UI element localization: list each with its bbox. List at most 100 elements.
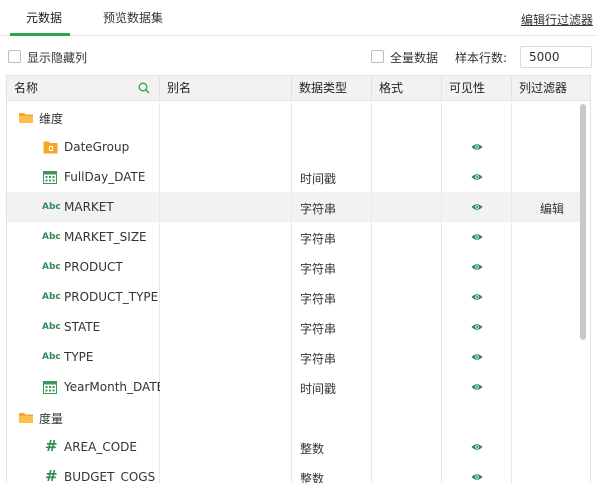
data-type-cell[interactable]: 整数 bbox=[292, 462, 372, 483]
column-header-name[interactable]: 名称 bbox=[7, 76, 160, 101]
alias-cell[interactable] bbox=[160, 342, 292, 372]
column-filter-cell[interactable] bbox=[512, 312, 580, 342]
search-icon[interactable] bbox=[138, 82, 150, 94]
data-type-cell[interactable]: 字符串 bbox=[292, 192, 372, 222]
format-cell[interactable] bbox=[372, 312, 442, 342]
data-type-cell[interactable] bbox=[292, 132, 372, 162]
alias-cell[interactable] bbox=[160, 312, 292, 342]
table-row[interactable]: Abc TYPE 字符串 bbox=[7, 342, 580, 372]
column-filter-cell[interactable] bbox=[512, 102, 580, 132]
column-filter-cell[interactable] bbox=[512, 402, 580, 432]
alias-cell[interactable] bbox=[160, 222, 292, 252]
column-filter-cell[interactable] bbox=[512, 432, 580, 462]
column-filter-cell[interactable]: 编辑 bbox=[512, 192, 580, 222]
visible-eye-icon[interactable] bbox=[471, 293, 483, 301]
alias-cell[interactable] bbox=[160, 252, 292, 282]
alias-cell[interactable] bbox=[160, 192, 292, 222]
data-type-cell[interactable] bbox=[292, 102, 372, 132]
column-header-alias[interactable]: 别名 bbox=[160, 76, 292, 101]
data-type-cell[interactable] bbox=[292, 402, 372, 432]
column-filter-cell[interactable] bbox=[512, 132, 580, 162]
alias-cell[interactable] bbox=[160, 102, 292, 132]
data-type-cell[interactable]: 字符串 bbox=[292, 342, 372, 372]
visible-eye-icon[interactable] bbox=[471, 203, 483, 211]
show-hidden-checkbox[interactable] bbox=[8, 50, 21, 63]
data-type-cell[interactable]: 字符串 bbox=[292, 312, 372, 342]
column-header-visibility[interactable]: 可见性 bbox=[442, 76, 512, 101]
format-cell[interactable] bbox=[372, 402, 442, 432]
alias-cell[interactable] bbox=[160, 372, 292, 402]
table-row[interactable]: Abc PRODUCT_TYPE 字符串 bbox=[7, 282, 580, 312]
data-type-cell[interactable]: 时间戳 bbox=[292, 372, 372, 402]
active-tab-indicator bbox=[10, 33, 70, 36]
format-cell[interactable] bbox=[372, 162, 442, 192]
table-row[interactable]: FullDay_DATE 时间戳 bbox=[7, 162, 580, 192]
calendar-icon bbox=[43, 171, 57, 184]
visible-eye-icon[interactable] bbox=[471, 383, 483, 391]
name-cell: # BUDGET_COGS bbox=[7, 462, 160, 483]
format-cell[interactable] bbox=[372, 342, 442, 372]
alias-cell[interactable] bbox=[160, 402, 292, 432]
edit-row-filter-link[interactable]: 编辑行过滤器 bbox=[521, 11, 593, 28]
visible-eye-icon[interactable] bbox=[471, 143, 483, 151]
format-cell[interactable] bbox=[372, 372, 442, 402]
tab-preview-dataset[interactable]: 预览数据集 bbox=[103, 9, 163, 26]
column-filter-cell[interactable] bbox=[512, 342, 580, 372]
table-row[interactable]: Abc MARKET 字符串 编辑 bbox=[7, 192, 580, 222]
alias-cell[interactable] bbox=[160, 432, 292, 462]
visible-eye-icon[interactable] bbox=[471, 443, 483, 451]
table-row[interactable]: Abc STATE 字符串 bbox=[7, 312, 580, 342]
format-cell[interactable] bbox=[372, 252, 442, 282]
sample-rows-input[interactable]: 5000 bbox=[520, 46, 592, 68]
column-header-column-filter[interactable]: 列过滤器 bbox=[512, 76, 590, 101]
visibility-cell bbox=[442, 132, 512, 162]
table-row[interactable]: DateGroup bbox=[7, 132, 580, 162]
table-row[interactable]: YearMonth_DATE 时间戳 bbox=[7, 372, 580, 402]
column-filter-cell[interactable] bbox=[512, 462, 580, 483]
data-type-value: 整数 bbox=[300, 442, 325, 456]
column-filter-cell[interactable] bbox=[512, 252, 580, 282]
name-cell: Abc MARKET bbox=[7, 192, 160, 222]
tab-metadata[interactable]: 元数据 bbox=[26, 9, 62, 26]
data-type-cell[interactable]: 字符串 bbox=[292, 252, 372, 282]
all-data-checkbox[interactable] bbox=[371, 50, 384, 63]
column-filter-cell[interactable] bbox=[512, 222, 580, 252]
data-type-cell[interactable]: 字符串 bbox=[292, 282, 372, 312]
table-row[interactable]: # AREA_CODE 整数 bbox=[7, 432, 580, 462]
alias-cell[interactable] bbox=[160, 162, 292, 192]
alias-cell[interactable] bbox=[160, 132, 292, 162]
format-cell[interactable] bbox=[372, 102, 442, 132]
visible-eye-icon[interactable] bbox=[471, 233, 483, 241]
group-row[interactable]: 维度 bbox=[7, 102, 580, 132]
data-type-cell[interactable]: 时间戳 bbox=[292, 162, 372, 192]
format-cell[interactable] bbox=[372, 192, 442, 222]
format-cell[interactable] bbox=[372, 222, 442, 252]
vertical-scrollbar[interactable] bbox=[580, 104, 586, 340]
folder-icon bbox=[19, 113, 33, 123]
table-row[interactable]: Abc MARKET_SIZE 字符串 bbox=[7, 222, 580, 252]
alias-cell[interactable] bbox=[160, 462, 292, 483]
column-header-format[interactable]: 格式 bbox=[372, 76, 442, 101]
table-row[interactable]: # BUDGET_COGS 整数 bbox=[7, 462, 580, 483]
column-filter-cell[interactable] bbox=[512, 282, 580, 312]
visible-eye-icon[interactable] bbox=[471, 323, 483, 331]
group-row[interactable]: 度量 bbox=[7, 402, 580, 432]
alias-cell[interactable] bbox=[160, 282, 292, 312]
format-cell[interactable] bbox=[372, 282, 442, 312]
format-cell[interactable] bbox=[372, 132, 442, 162]
format-cell[interactable] bbox=[372, 462, 442, 483]
visible-eye-icon[interactable] bbox=[471, 473, 483, 481]
visible-eye-icon[interactable] bbox=[471, 173, 483, 181]
column-filter-cell[interactable] bbox=[512, 372, 580, 402]
visible-eye-icon[interactable] bbox=[471, 353, 483, 361]
edit-filter-link[interactable]: 编辑 bbox=[540, 200, 564, 217]
data-type-cell[interactable]: 整数 bbox=[292, 432, 372, 462]
format-cell[interactable] bbox=[372, 432, 442, 462]
data-type-value: 时间戳 bbox=[300, 382, 337, 396]
visible-eye-icon[interactable] bbox=[471, 263, 483, 271]
visibility-cell bbox=[442, 252, 512, 282]
column-header-data-type[interactable]: 数据类型 bbox=[292, 76, 372, 101]
column-filter-cell[interactable] bbox=[512, 162, 580, 192]
data-type-cell[interactable]: 字符串 bbox=[292, 222, 372, 252]
table-row[interactable]: Abc PRODUCT 字符串 bbox=[7, 252, 580, 282]
